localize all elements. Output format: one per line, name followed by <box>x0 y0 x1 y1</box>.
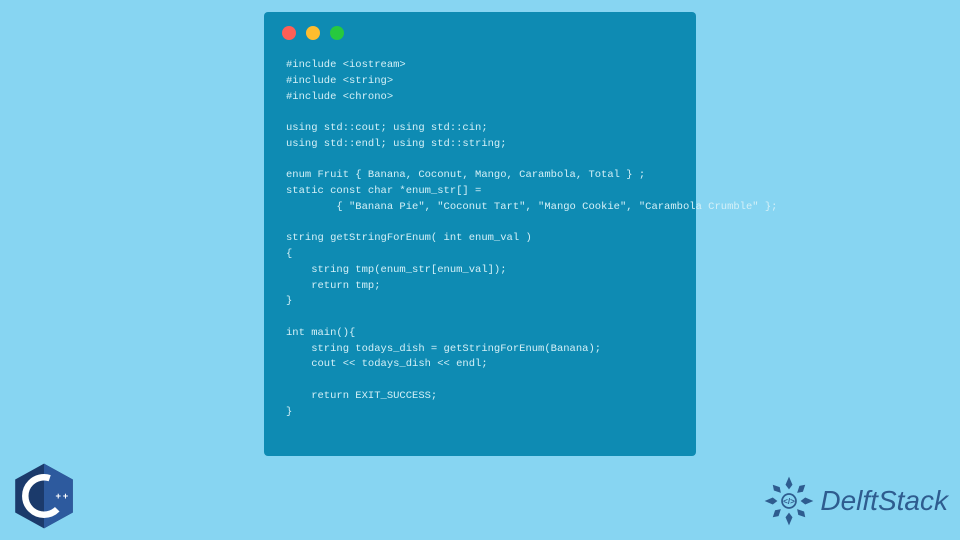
code-window: #include <iostream> #include <string> #i… <box>264 12 696 456</box>
minimize-icon <box>306 26 320 40</box>
code-line: enum Fruit { Banana, Coconut, Mango, Car… <box>286 169 645 181</box>
code-line: } <box>286 295 292 307</box>
code-line: int main(){ <box>286 327 355 339</box>
code-line: #include <iostream> <box>286 59 406 71</box>
code-line: #include <chrono> <box>286 91 393 103</box>
code-line: { "Banana Pie", "Coconut Tart", "Mango C… <box>286 201 777 213</box>
code-line: return tmp; <box>286 280 381 292</box>
svg-text:</>: </> <box>784 497 796 506</box>
code-content: #include <iostream> #include <string> #i… <box>264 48 696 430</box>
code-line: string todays_dish = getStringForEnum(Ba… <box>286 343 601 355</box>
code-line: using std::cout; using std::cin; <box>286 122 488 134</box>
mandala-icon: </> <box>760 472 818 530</box>
brand-name: DelftStack <box>820 485 948 517</box>
code-line: string getStringForEnum( int enum_val ) <box>286 232 532 244</box>
code-line: string tmp(enum_str[enum_val]); <box>286 264 507 276</box>
code-line: cout << todays_dish << endl; <box>286 358 488 370</box>
code-line: static const char *enum_str[] = <box>286 185 481 197</box>
code-line: } <box>286 406 292 418</box>
code-line: { <box>286 248 292 260</box>
cpp-logo-icon: + + <box>8 460 80 532</box>
svg-text:+: + <box>63 491 69 501</box>
brand-logo: </> DelftStack <box>760 472 948 530</box>
svg-text:+: + <box>56 491 62 501</box>
close-icon <box>282 26 296 40</box>
code-line: #include <string> <box>286 75 393 87</box>
code-line: using std::endl; using std::string; <box>286 138 507 150</box>
code-line: return EXIT_SUCCESS; <box>286 390 437 402</box>
window-controls <box>264 12 696 48</box>
maximize-icon <box>330 26 344 40</box>
